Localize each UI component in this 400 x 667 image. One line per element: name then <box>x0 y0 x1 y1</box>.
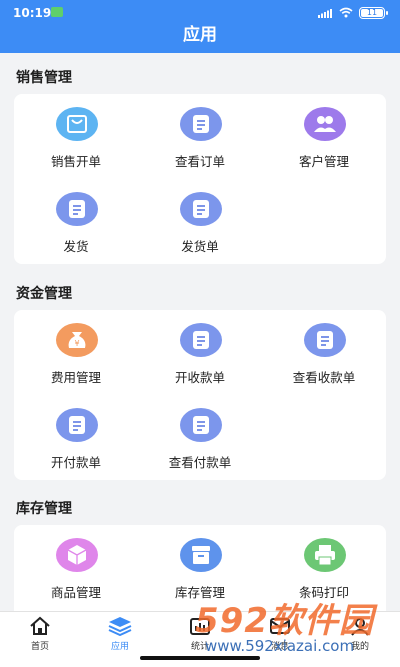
app-label: 查看订单 <box>174 154 225 169</box>
app-sales-order[interactable]: 销售开单 <box>14 107 138 177</box>
warehouse-icon <box>180 538 222 572</box>
app-create-payment[interactable]: 开付款单 <box>14 408 138 478</box>
cart-icon <box>56 107 98 141</box>
svg-text:¥: ¥ <box>74 339 79 348</box>
app-view-orders[interactable]: 查看订单 <box>138 107 262 177</box>
document-icon <box>180 107 222 141</box>
sales-card: 销售开单 查看订单 客户管理 发货 发货单 <box>14 94 386 264</box>
app-label: 开付款单 <box>50 455 101 470</box>
app-view-receipts[interactable]: 查看收款单 <box>262 323 386 393</box>
tab-apps[interactable]: 应用 <box>80 612 160 652</box>
app-label: 发货单 <box>181 239 219 254</box>
home-icon <box>30 616 50 635</box>
status-time: 10:19 <box>13 6 52 20</box>
app-label: 销售开单 <box>50 154 101 169</box>
document-icon <box>56 408 98 442</box>
apps-icon <box>108 617 132 636</box>
app-product-management[interactable]: 商品管理 <box>14 538 138 608</box>
document-icon <box>180 192 222 226</box>
battery-tip <box>386 11 388 15</box>
document-icon <box>180 323 222 357</box>
app-ship[interactable]: 发货 <box>14 192 138 262</box>
document-icon <box>56 192 98 226</box>
app-label: 发货 <box>63 239 89 254</box>
app-label: 客户管理 <box>298 154 349 169</box>
watermark-brand: 592软件园 <box>195 601 374 641</box>
printer-icon <box>304 538 346 572</box>
wechat-notification-icon <box>51 7 63 17</box>
tab-home[interactable]: 首页 <box>0 612 80 652</box>
section-title-finance: 资金管理 <box>16 286 72 302</box>
app-label: 商品管理 <box>50 585 101 600</box>
section-title-sales: 销售管理 <box>16 70 72 86</box>
battery-icon: 11 <box>359 7 385 19</box>
header-bar: 10:19 11 应用 <box>0 0 400 53</box>
app-customer-management[interactable]: 客户管理 <box>262 107 386 177</box>
app-expense-management[interactable]: ¥ 费用管理 <box>14 323 138 393</box>
watermark-url: www.592xiazai.com <box>205 637 355 655</box>
app-create-receipt[interactable]: 开收款单 <box>138 323 262 393</box>
app-label: 开收款单 <box>174 370 225 385</box>
battery-level: 11 <box>366 8 378 17</box>
app-label: 查看收款单 <box>292 370 356 385</box>
finance-card: ¥ 费用管理 开收款单 查看收款单 开付款单 查看付款单 <box>14 310 386 480</box>
app-view-payments[interactable]: 查看付款单 <box>138 408 262 478</box>
document-icon <box>304 323 346 357</box>
watermark: 592软件园 www.592xiazai.com <box>185 593 400 661</box>
money-bag-icon: ¥ <box>56 323 98 357</box>
tab-label: 应用 <box>110 642 129 652</box>
section-title-inventory: 库存管理 <box>16 501 72 517</box>
page-title: 应用 <box>183 25 217 45</box>
tab-label: 首页 <box>30 642 49 652</box>
app-label: 费用管理 <box>50 370 101 385</box>
app-label: 查看付款单 <box>168 455 232 470</box>
wifi-icon <box>339 7 353 18</box>
document-icon <box>180 408 222 442</box>
app-shipping-order[interactable]: 发货单 <box>138 192 262 262</box>
users-icon <box>304 107 346 141</box>
signal-icon <box>318 9 332 18</box>
box-icon <box>56 538 98 572</box>
